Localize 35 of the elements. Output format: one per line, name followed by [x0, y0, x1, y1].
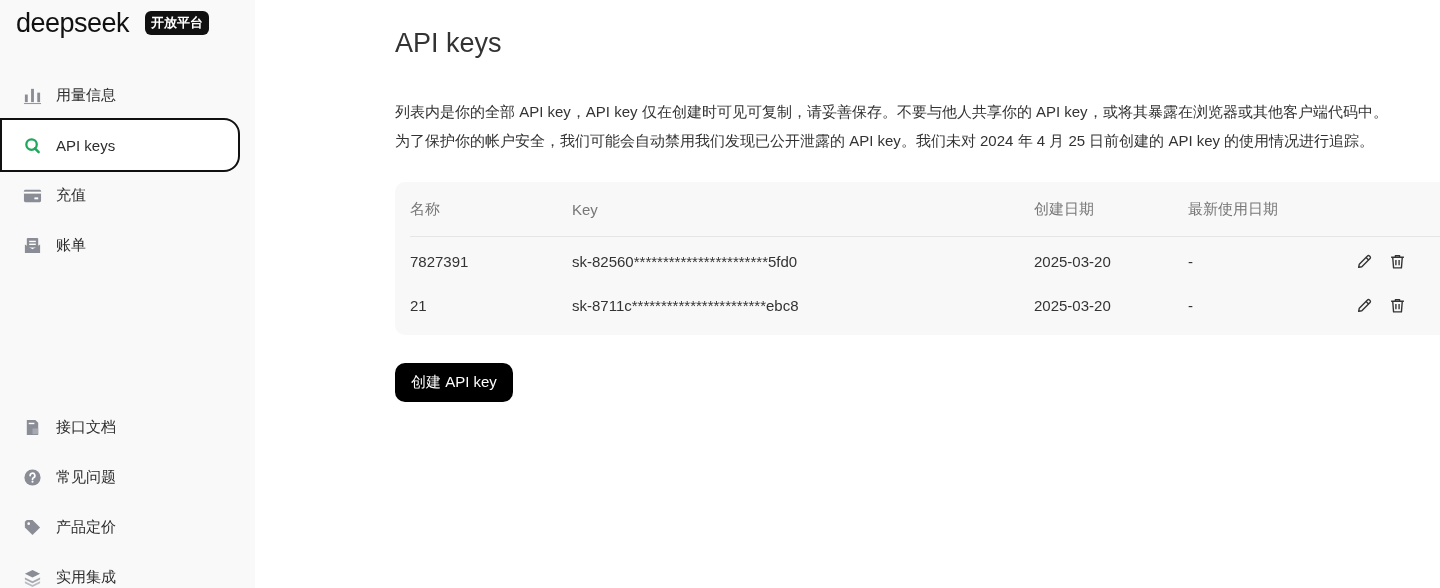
delete-icon[interactable] — [1389, 252, 1406, 270]
delete-icon[interactable] — [1389, 296, 1406, 314]
table-cell-text: - — [1188, 252, 1194, 270]
help-icon — [23, 467, 42, 487]
tag-icon — [23, 517, 42, 537]
sidebar-item[interactable]: 实用集成 — [0, 552, 240, 588]
sidebar-item[interactable]: 产品定价 — [0, 502, 240, 552]
table-cell-text: 21 — [410, 296, 428, 314]
layers-icon — [23, 567, 42, 587]
description-text: 列表内是你的全部 API key，API key 仅在创建时可见可复制，请妥善保存。不要与他人共享你的 API key，或将其暴露在浏览器或其他客户端代码中。 — [395, 102, 1389, 122]
sidebar-item[interactable]: 用量信息 — [0, 70, 240, 120]
edit-icon[interactable] — [1356, 252, 1373, 270]
sidebar-item[interactable]: 接口文档 — [0, 402, 240, 452]
column-header: 名称 — [410, 199, 441, 219]
platform-badge: 开放平台 — [145, 11, 210, 35]
sidebar-item[interactable]: 充值 — [0, 170, 240, 220]
table-cell-text: 2025-03-20 — [1034, 296, 1112, 314]
table-cell-text: - — [1188, 296, 1194, 314]
table-cell-text: 2025-03-20 — [1034, 252, 1112, 270]
table-cell-text: sk-82560***********************5fd0 — [572, 252, 799, 270]
logo[interactable]: deepseek — [16, 9, 130, 37]
search-icon — [23, 135, 42, 155]
table-cell-text: 7827391 — [410, 252, 470, 270]
sidebar-item[interactable]: 常见问题 — [0, 452, 240, 502]
sidebar-item[interactable]: API keys — [0, 118, 240, 172]
page-title: API keys — [395, 28, 503, 59]
table-cell-text: sk-8711c***********************ebc8 — [572, 296, 800, 314]
description-text: 为了保护你的帐户安全，我们可能会自动禁用我们发现已公开泄露的 API key。我们未对 2024 年 4 月 25 日前创建的 API key 的使用情况进行追踪。 — [395, 131, 1376, 151]
column-header: Key — [572, 200, 599, 218]
column-header: 最新使用日期 — [1188, 199, 1279, 219]
create-api-key-button[interactable]: 创建 API key — [395, 363, 513, 402]
edit-icon[interactable] — [1356, 296, 1373, 314]
sidebar-item[interactable]: 账单 — [0, 220, 240, 270]
column-header: 创建日期 — [1034, 199, 1095, 219]
envelope-icon — [23, 235, 42, 255]
